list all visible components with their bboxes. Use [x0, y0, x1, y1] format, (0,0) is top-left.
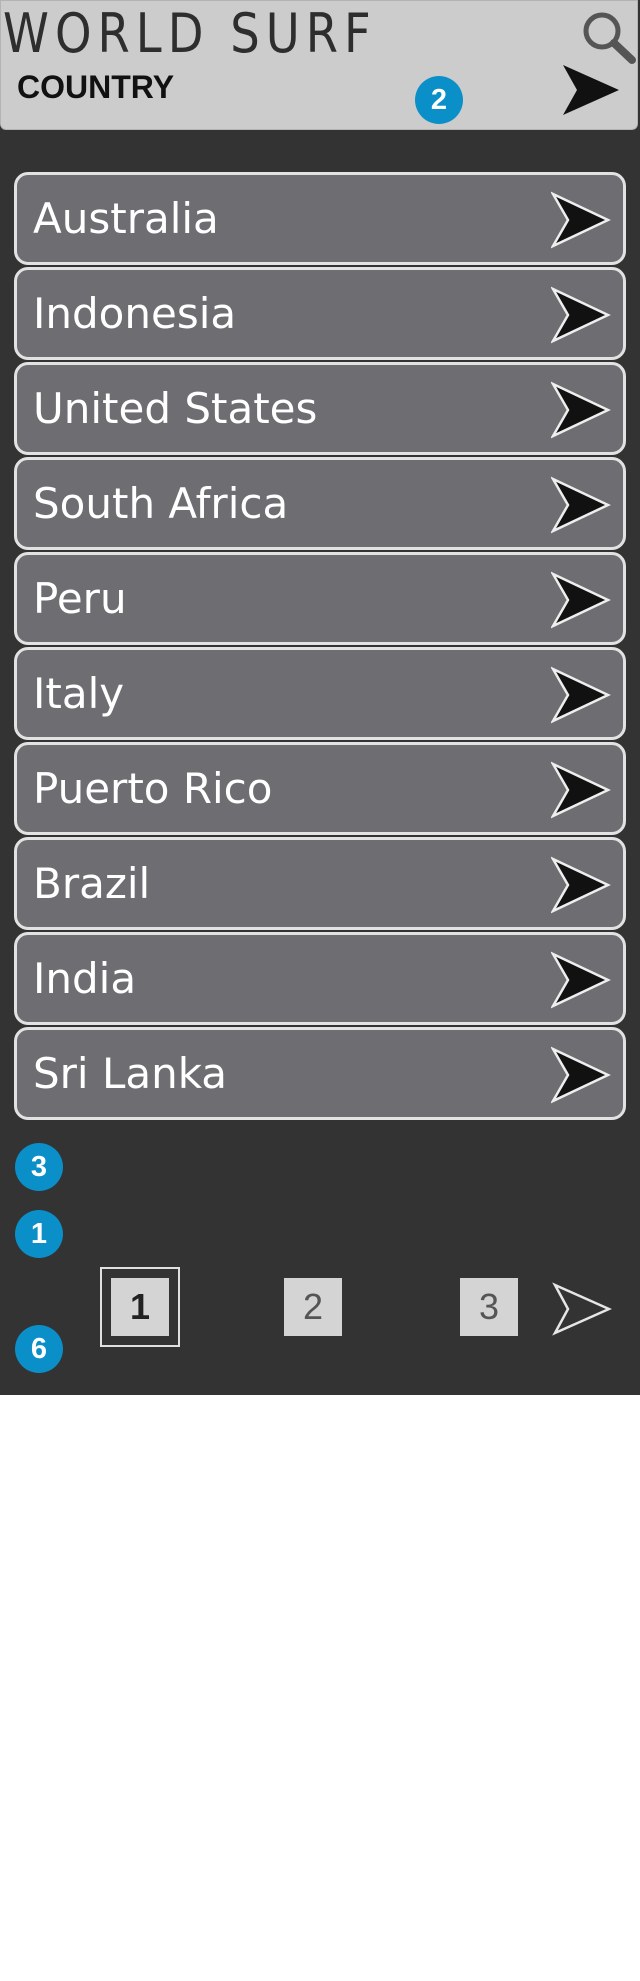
section-subtitle: COUNTRY — [17, 69, 175, 105]
list-item[interactable]: South Africa — [14, 457, 626, 550]
list-item-label: Australia — [33, 194, 219, 243]
arrow-right-icon — [551, 951, 611, 1009]
arrow-right-icon — [551, 1046, 611, 1104]
list-item[interactable]: Indonesia — [14, 267, 626, 360]
list-item[interactable]: Peru — [14, 552, 626, 645]
page-button-3[interactable]: 3 — [460, 1278, 518, 1336]
annotation-badge: 3 — [15, 1143, 63, 1191]
next-page-arrow-icon[interactable] — [552, 1282, 612, 1336]
app-title: WORLD SURF — [3, 2, 377, 65]
list-item[interactable]: Italy — [14, 647, 626, 740]
arrow-right-icon — [551, 191, 611, 249]
list-item-label: South Africa — [33, 479, 289, 528]
page-button-1[interactable]: 1 — [111, 1278, 169, 1336]
list-item-label: Italy — [33, 669, 125, 718]
list-item[interactable]: Sri Lanka — [14, 1027, 626, 1120]
annotation-badge: 1 — [15, 1210, 63, 1258]
list-item-label: Indonesia — [33, 289, 237, 338]
country-list: Australia Indonesia United States South … — [14, 172, 626, 1122]
arrow-right-icon[interactable] — [561, 63, 621, 117]
list-item-label: Puerto Rico — [33, 764, 273, 813]
list-item[interactable]: Brazil — [14, 837, 626, 930]
list-item-label: Brazil — [33, 859, 151, 908]
arrow-right-icon — [551, 476, 611, 534]
list-item[interactable]: Australia — [14, 172, 626, 265]
list-item[interactable]: India — [14, 932, 626, 1025]
app-screen: WORLD SURF COUNTRY 2 Australia Indonesia… — [0, 0, 640, 1395]
arrow-right-icon — [551, 381, 611, 439]
page-button-2[interactable]: 2 — [284, 1278, 342, 1336]
arrow-right-icon — [551, 286, 611, 344]
header-bar: WORLD SURF COUNTRY 2 — [0, 0, 638, 130]
list-item-label: Sri Lanka — [33, 1049, 228, 1098]
list-item-label: Peru — [33, 574, 127, 623]
arrow-right-icon — [551, 856, 611, 914]
search-icon[interactable] — [579, 9, 637, 65]
list-item-label: India — [33, 954, 137, 1003]
arrow-right-icon — [551, 666, 611, 724]
arrow-right-icon — [551, 571, 611, 629]
annotation-badge: 6 — [15, 1325, 63, 1373]
list-item[interactable]: United States — [14, 362, 626, 455]
list-item-label: United States — [33, 384, 318, 433]
list-item[interactable]: Puerto Rico — [14, 742, 626, 835]
arrow-right-icon — [551, 761, 611, 819]
header-badge: 2 — [415, 76, 463, 124]
